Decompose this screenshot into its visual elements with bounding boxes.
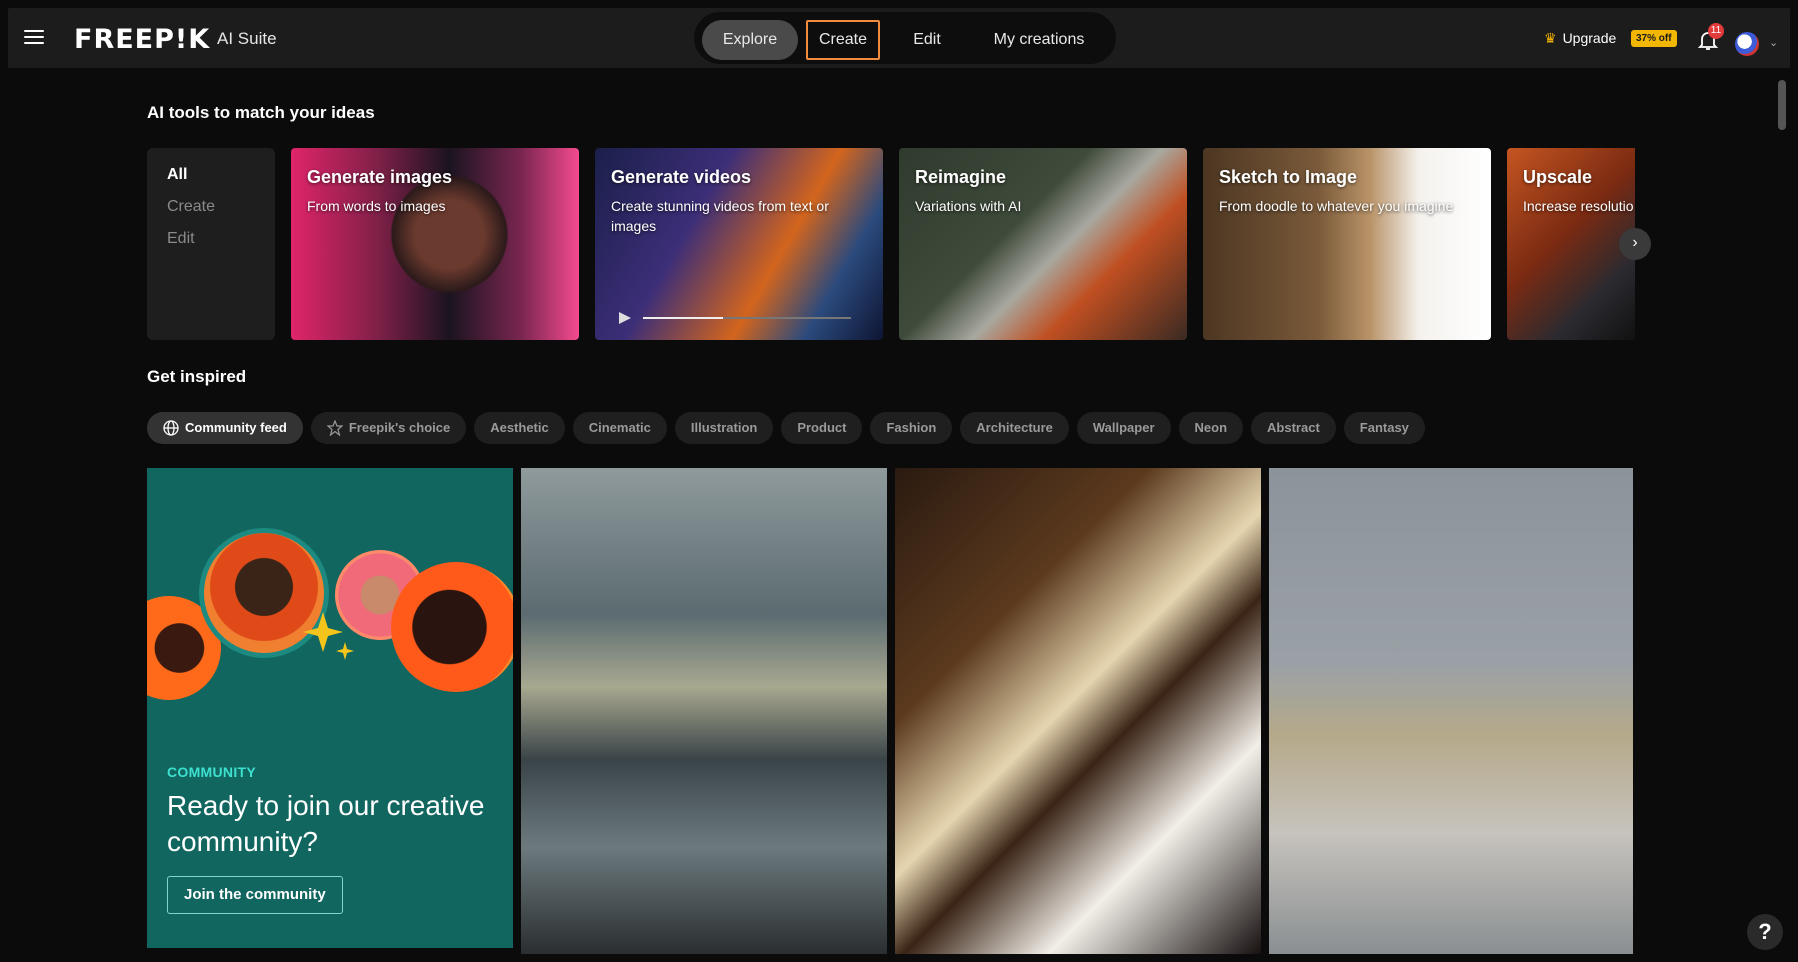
filter-edit[interactable]: Edit bbox=[167, 230, 195, 248]
chip-neon[interactable]: Neon bbox=[1178, 412, 1244, 444]
ai-suite-label: AI Suite bbox=[217, 29, 277, 48]
tab-create[interactable]: Create bbox=[806, 20, 880, 60]
help-button[interactable]: ? bbox=[1747, 914, 1783, 950]
top-bar: FREEP!K AI Suite Explore Create Edit My … bbox=[8, 8, 1790, 68]
chip-fantasy[interactable]: Fantasy bbox=[1343, 412, 1425, 444]
chip-aesthetic[interactable]: Aesthetic bbox=[474, 412, 565, 444]
community-promo-card: COMMUNITY Ready to join our creative com… bbox=[147, 468, 513, 948]
chevron-right-icon[interactable]: › bbox=[1619, 228, 1651, 260]
chip-fashion[interactable]: Fashion bbox=[870, 412, 953, 444]
scrollbar[interactable] bbox=[1778, 80, 1786, 130]
chip-wallpaper[interactable]: Wallpaper bbox=[1076, 412, 1171, 444]
filter-create[interactable]: Create bbox=[167, 198, 215, 216]
star-icon bbox=[326, 419, 344, 437]
avatar[interactable] bbox=[1735, 32, 1759, 56]
tool-card-generate-images[interactable]: Generate images From words to images bbox=[291, 148, 579, 340]
community-title: Ready to join our creative community? bbox=[167, 790, 485, 857]
chip-product[interactable]: Product bbox=[781, 412, 863, 444]
filter-all[interactable]: All bbox=[167, 166, 187, 184]
inspired-heading: Get inspired bbox=[147, 367, 247, 386]
tool-filter-panel: All Create Edit bbox=[147, 148, 275, 340]
main-nav: Explore Create Edit My creations bbox=[694, 12, 1116, 64]
tool-card-subtitle: Increase resolutio bbox=[1523, 198, 1634, 214]
upgrade-label: Upgrade bbox=[1562, 30, 1617, 46]
chip-abstract[interactable]: Abstract bbox=[1251, 412, 1336, 444]
tool-card-title: Generate images bbox=[307, 167, 453, 187]
tab-my-creations[interactable]: My creations bbox=[974, 20, 1104, 60]
join-community-button[interactable]: Join the community bbox=[167, 876, 343, 914]
play-icon bbox=[619, 312, 851, 324]
tool-card-subtitle: Create stunning videos from text or imag… bbox=[611, 198, 829, 234]
tool-card-generate-videos[interactable]: Generate videos Create stunning videos f… bbox=[595, 148, 883, 340]
gallery-image-masked-woman[interactable] bbox=[1269, 468, 1633, 954]
category-chips: Community feed Freepik's choice Aesthetic C… bbox=[147, 412, 1433, 444]
community-avatar-image bbox=[391, 562, 513, 692]
chip-community-feed[interactable]: Community feed bbox=[147, 412, 303, 444]
upgrade-button[interactable]: ♛ Upgrade bbox=[1544, 30, 1616, 47]
chip-label: Community feed bbox=[185, 420, 287, 435]
tools-heading: AI tools to match your ideas bbox=[147, 103, 375, 122]
tool-card-subtitle: From words to images bbox=[307, 198, 446, 214]
chip-illustration[interactable]: Illustration bbox=[674, 412, 774, 444]
tool-card-title: Upscale bbox=[1523, 167, 1593, 187]
tool-card-reimagine[interactable]: Reimagine Variations with AI bbox=[899, 148, 1187, 340]
tool-card-subtitle: Variations with AI bbox=[915, 198, 1022, 214]
chevron-down-icon[interactable]: ⌄ bbox=[1769, 36, 1778, 49]
chip-freepiks-choice[interactable]: Freepik's choice bbox=[310, 412, 467, 444]
tool-card-subtitle: From doodle to whatever you imagine bbox=[1219, 198, 1454, 214]
notification-count-badge: 11 bbox=[1708, 23, 1724, 39]
gallery-image-piano[interactable] bbox=[895, 468, 1261, 954]
gallery-image-arches[interactable] bbox=[521, 468, 887, 954]
discount-badge: 37% off bbox=[1631, 30, 1677, 47]
chip-architecture[interactable]: Architecture bbox=[960, 412, 1069, 444]
sparkle-icon bbox=[303, 612, 354, 660]
tool-card-title: Generate videos bbox=[611, 167, 752, 187]
tool-card-title: Sketch to Image bbox=[1219, 167, 1358, 187]
tool-card-upscale[interactable]: Upscale Increase resolutio bbox=[1507, 148, 1635, 340]
tool-card-sketch-to-image[interactable]: Sketch to Image From doodle to whatever … bbox=[1203, 148, 1491, 340]
crown-icon: ♛ bbox=[1544, 30, 1557, 46]
tab-explore[interactable]: Explore bbox=[702, 20, 798, 60]
freepik-logo[interactable]: FREEP!K bbox=[74, 24, 210, 55]
globe-icon bbox=[163, 420, 179, 436]
chip-label: Freepik's choice bbox=[348, 420, 451, 435]
tool-card-title: Reimagine bbox=[915, 167, 1007, 187]
chip-cinematic[interactable]: Cinematic bbox=[572, 412, 667, 444]
tab-edit[interactable]: Edit bbox=[892, 20, 962, 60]
community-tag: COMMUNITY bbox=[167, 764, 257, 780]
menu-icon[interactable] bbox=[22, 26, 46, 50]
